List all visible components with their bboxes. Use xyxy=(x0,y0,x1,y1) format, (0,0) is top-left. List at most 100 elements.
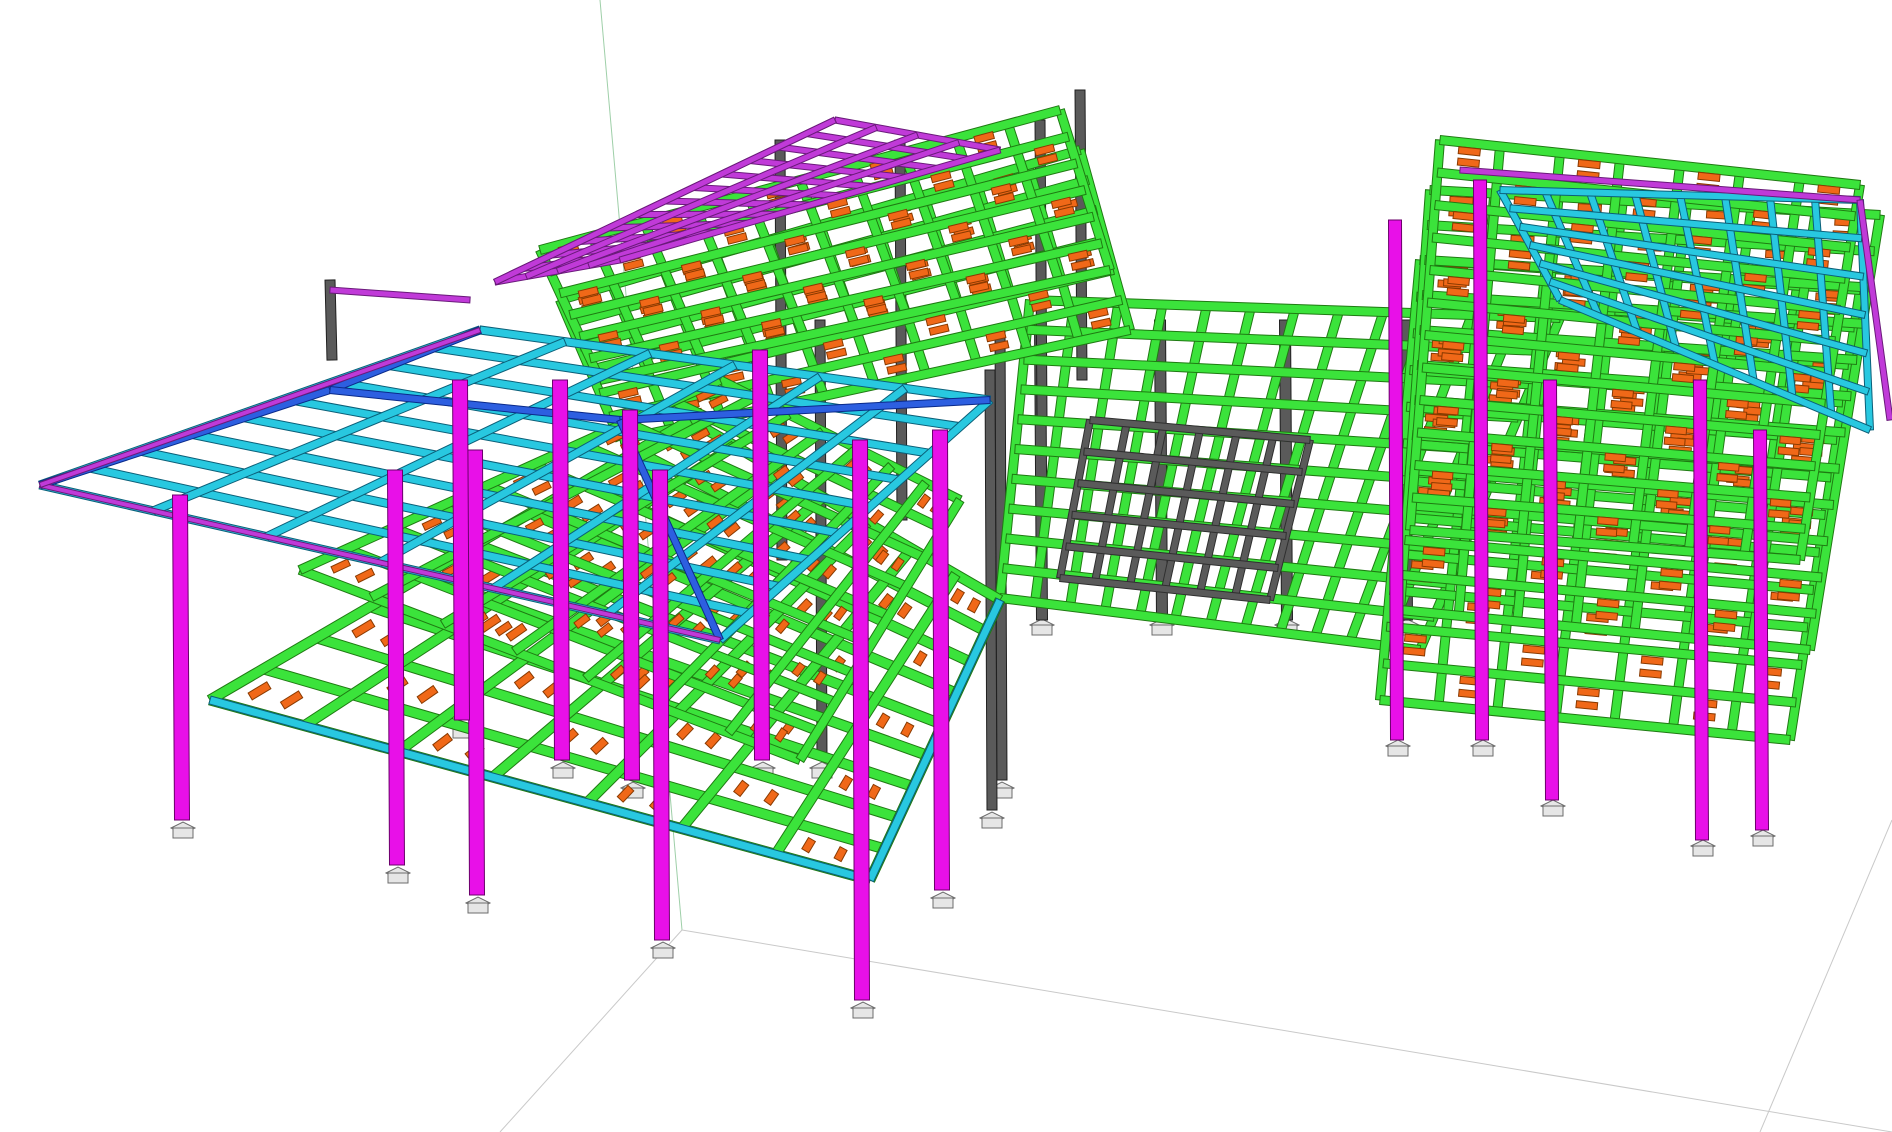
secondary-beam xyxy=(616,784,635,803)
column xyxy=(1472,179,1490,741)
secondary-beam xyxy=(1403,633,1427,644)
secondary-beam xyxy=(1679,309,1703,320)
secondary-beam xyxy=(1435,417,1459,427)
secondary-beam xyxy=(928,323,950,336)
secondary-beam xyxy=(1708,525,1731,535)
secondary-beam xyxy=(833,605,848,622)
secondary-beam xyxy=(1422,546,1446,557)
pad-footing xyxy=(1692,845,1714,857)
column xyxy=(171,494,191,821)
3d-model-viewport[interactable] xyxy=(0,0,1892,1132)
secondary-beam xyxy=(1520,657,1544,668)
secondary-beam xyxy=(1402,646,1426,657)
secondary-beam xyxy=(1673,362,1696,373)
secondary-beam xyxy=(354,567,376,584)
pad-footing xyxy=(1542,805,1564,817)
secondary-beam xyxy=(1596,516,1619,526)
secondary-beam xyxy=(1575,700,1599,711)
secondary-beam xyxy=(866,783,882,801)
pad-footing xyxy=(932,897,954,909)
secondary-beam xyxy=(1421,558,1445,569)
secondary-beam xyxy=(1502,313,1526,324)
secondary-beam xyxy=(1656,488,1679,499)
secondary-beam xyxy=(1655,500,1678,510)
column xyxy=(851,439,871,1001)
secondary-beam xyxy=(825,347,848,360)
secondary-beam xyxy=(1625,272,1648,283)
secondary-beam xyxy=(1431,470,1454,481)
column xyxy=(751,349,771,761)
secondary-beam xyxy=(1595,610,1619,621)
secondary-beam xyxy=(1658,580,1682,591)
secondary-beam xyxy=(1495,389,1519,400)
secondary-beam xyxy=(1557,351,1581,362)
secondary-beam xyxy=(1436,405,1460,416)
secondary-beam xyxy=(1596,598,1620,609)
secondary-beam xyxy=(531,480,552,496)
pad-footing xyxy=(387,872,409,884)
secondary-beam xyxy=(1717,461,1740,472)
column xyxy=(551,379,571,761)
secondary-beam xyxy=(875,712,891,730)
secondary-beam xyxy=(1716,473,1739,483)
pad-footing xyxy=(652,947,674,959)
secondary-beam xyxy=(1660,568,1684,579)
secondary-beam xyxy=(1484,507,1507,518)
secondary-beam xyxy=(1744,272,1767,283)
pad-footing xyxy=(1472,745,1494,757)
secondary-beam xyxy=(1501,325,1525,336)
pad-footing xyxy=(552,767,574,779)
secondary-beam xyxy=(1777,446,1800,457)
secondary-beam xyxy=(1556,362,1579,373)
secondary-beam xyxy=(1595,527,1618,538)
secondary-beam xyxy=(1604,452,1627,463)
secondary-beam xyxy=(1726,398,1749,409)
secondary-beam xyxy=(1447,275,1471,287)
secondary-beam xyxy=(1779,435,1802,446)
secondary-beam xyxy=(869,509,885,525)
secondary-beam xyxy=(1707,536,1730,546)
structural-model-canvas[interactable] xyxy=(0,0,1892,1132)
pad-footing xyxy=(172,827,194,839)
secondary-beam xyxy=(988,340,1010,353)
secondary-beam xyxy=(279,690,304,710)
secondary-beam xyxy=(1796,320,1820,331)
secondary-beam xyxy=(513,670,535,690)
secondary-beam xyxy=(1798,309,1821,321)
secondary-beam xyxy=(1617,335,1641,347)
secondary-beam xyxy=(1489,454,1512,464)
secondary-beam xyxy=(704,731,722,750)
secondary-beam xyxy=(351,618,376,639)
secondary-beam xyxy=(900,721,915,738)
secondary-beam xyxy=(801,836,817,854)
secondary-beam xyxy=(763,788,780,806)
column xyxy=(1752,429,1770,831)
ground-axis-line-left xyxy=(499,929,683,1132)
secondary-beam xyxy=(1441,352,1464,363)
secondary-beam xyxy=(1452,211,1476,222)
column xyxy=(1692,379,1710,841)
pad-footing xyxy=(1752,835,1774,847)
secondary-beam xyxy=(1451,222,1475,233)
secondary-beam xyxy=(1638,668,1662,679)
ground-axis-line-far xyxy=(1759,819,1892,1132)
secondary-beam xyxy=(589,736,609,756)
secondary-beam xyxy=(966,597,982,614)
secondary-beam xyxy=(1490,442,1513,453)
secondary-beam xyxy=(1714,609,1738,620)
secondary-beam xyxy=(1769,498,1792,508)
secondary-beam xyxy=(1513,196,1537,207)
column xyxy=(931,429,951,891)
secondary-beam xyxy=(1611,388,1635,399)
secondary-beam xyxy=(833,846,848,863)
secondary-beam xyxy=(247,681,272,701)
column xyxy=(1542,379,1560,801)
secondary-beam xyxy=(1602,463,1626,474)
pad-footing xyxy=(852,1007,874,1019)
secondary-beam xyxy=(1664,425,1688,436)
pad-footing xyxy=(1387,745,1409,757)
secondary-beam xyxy=(1522,644,1546,655)
secondary-beam xyxy=(950,587,965,605)
pad-footing xyxy=(981,817,1003,829)
secondary-beam xyxy=(1610,399,1633,410)
